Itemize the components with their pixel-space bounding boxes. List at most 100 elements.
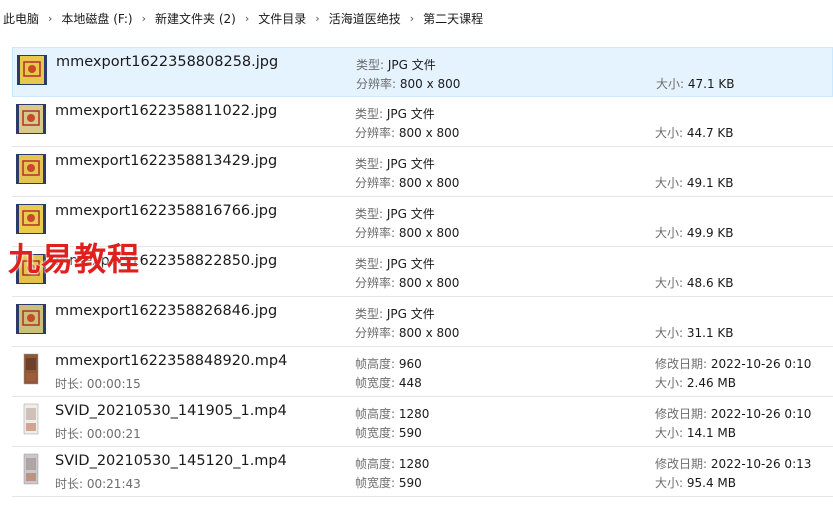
- file-name: SVID_20210530_145120_1.mp4: [55, 453, 287, 469]
- file-row[interactable]: mmexport1622358848920.mp4 时长: 00:00:15 帧高度…: [12, 347, 833, 397]
- file-row[interactable]: mmexport1622358811022.jpg 类型: JPG 文件分辨率: …: [12, 97, 833, 147]
- detail-secondary-label: 分辨率:: [355, 126, 396, 140]
- file-size-label: 大小:: [655, 476, 684, 490]
- file-size: 大小: 14.1 MB: [655, 424, 736, 441]
- detail-primary-label: 类型:: [355, 257, 384, 271]
- file-row[interactable]: mmexport1622358808258.jpg 类型: JPG 文件分辨率: …: [12, 47, 833, 97]
- image-thumbnail-icon: [17, 54, 47, 86]
- detail-primary-value: 960: [398, 357, 422, 371]
- file-size: 大小: 47.1 KB: [656, 75, 735, 92]
- breadcrumb-item[interactable]: 活海道医绝技: [329, 10, 401, 27]
- detail-primary: 帧高度: 1280: [355, 455, 429, 472]
- file-size: 大小: 2.46 MB: [655, 374, 736, 391]
- breadcrumb-item[interactable]: 文件目录: [258, 10, 306, 27]
- detail-secondary: 分辨率: 800 x 800: [355, 324, 459, 341]
- detail-secondary: 分辨率: 800 x 800: [355, 274, 459, 291]
- file-size-value: 48.6 KB: [686, 276, 734, 290]
- file-row[interactable]: mmexport1622358826846.jpg 类型: JPG 文件分辨率: …: [12, 297, 833, 347]
- file-size-label: 大小:: [655, 226, 684, 240]
- file-size: 大小: 49.9 KB: [655, 224, 734, 241]
- file-name: mmexport1622358813429.jpg: [55, 153, 278, 169]
- detail-primary: 类型: JPG 文件: [355, 305, 435, 322]
- detail-secondary-label: 分辨率:: [355, 176, 396, 190]
- image-thumbnail-icon: [16, 303, 46, 335]
- file-row[interactable]: mmexport1622358813429.jpg 类型: JPG 文件分辨率: …: [12, 147, 833, 197]
- detail-secondary: 分辨率: 800 x 800: [356, 75, 460, 92]
- file-name: SVID_20210530_141905_1.mp4: [55, 403, 287, 419]
- file-size: 大小: 31.1 KB: [655, 324, 734, 341]
- detail-primary: 帧高度: 1280: [355, 405, 429, 422]
- detail-secondary-label: 帧宽度:: [355, 376, 396, 390]
- detail-secondary: 分辨率: 800 x 800: [355, 174, 459, 191]
- detail-primary-value: JPG 文件: [387, 58, 436, 72]
- detail-primary-label: 帧高度:: [355, 357, 396, 371]
- detail-primary-value: JPG 文件: [386, 157, 435, 171]
- detail-secondary-value: 590: [398, 426, 422, 440]
- file-size-label: 大小:: [655, 326, 684, 340]
- video-thumbnail-icon: [16, 403, 46, 435]
- detail-secondary-value: 800 x 800: [398, 176, 460, 190]
- detail-secondary-value: 590: [398, 476, 422, 490]
- modified-date: 修改日期: 2022-10-26 0:13: [655, 455, 811, 472]
- file-duration: 时长: 00:00:15: [55, 377, 141, 391]
- breadcrumb-chevron-icon[interactable]: ›: [245, 12, 249, 25]
- file-row[interactable]: SVID_20210530_141905_1.mp4 时长: 00:00:21 帧高…: [12, 397, 833, 447]
- detail-secondary-value: 448: [398, 376, 422, 390]
- detail-primary-value: JPG 文件: [386, 257, 435, 271]
- modified-date-value: 2022-10-26 0:10: [710, 407, 812, 421]
- detail-secondary-value: 800 x 800: [398, 276, 460, 290]
- detail-secondary-value: 800 x 800: [398, 126, 460, 140]
- breadcrumb-item[interactable]: 第二天课程: [423, 10, 483, 27]
- detail-primary: 类型: JPG 文件: [355, 255, 435, 272]
- detail-secondary-value: 800 x 800: [398, 226, 460, 240]
- detail-secondary: 帧宽度: 448: [355, 374, 422, 391]
- detail-primary: 类型: JPG 文件: [355, 205, 435, 222]
- file-name: mmexport1622358808258.jpg: [56, 54, 279, 70]
- breadcrumb-item[interactable]: 本地磁盘 (F:): [61, 10, 132, 27]
- breadcrumb: 此电脑 › 本地磁盘 (F:) › 新建文件夹 (2) › 文件目录 › 活海道医绝技 › 第二天课…: [0, 0, 833, 36]
- video-thumbnail-icon: [16, 453, 46, 485]
- detail-secondary: 帧宽度: 590: [355, 474, 422, 491]
- detail-primary: 类型: JPG 文件: [355, 155, 435, 172]
- detail-secondary-label: 分辨率:: [356, 77, 397, 91]
- breadcrumb-item[interactable]: 此电脑: [3, 10, 39, 27]
- file-size: 大小: 48.6 KB: [655, 274, 734, 291]
- detail-secondary-label: 分辨率:: [355, 326, 396, 340]
- breadcrumb-chevron-icon[interactable]: ›: [410, 12, 414, 25]
- file-size: 大小: 95.4 MB: [655, 474, 736, 491]
- file-row[interactable]: SVID_20210530_145120_1.mp4 时长: 00:21:43 帧高…: [12, 447, 833, 497]
- modified-date-value: 2022-10-26 0:10: [710, 357, 812, 371]
- detail-primary-label: 类型:: [355, 107, 384, 121]
- file-size: 大小: 49.1 KB: [655, 174, 734, 191]
- image-thumbnail-icon: [16, 153, 46, 185]
- breadcrumb-chevron-icon[interactable]: ›: [48, 12, 52, 25]
- file-size-value: 31.1 KB: [686, 326, 734, 340]
- detail-primary-label: 类型:: [355, 157, 384, 171]
- breadcrumb-chevron-icon[interactable]: ›: [315, 12, 319, 25]
- breadcrumb-chevron-icon[interactable]: ›: [142, 12, 146, 25]
- file-name: mmexport1622358826846.jpg: [55, 303, 278, 319]
- modified-date-label: 修改日期:: [655, 357, 708, 371]
- detail-primary: 类型: JPG 文件: [356, 56, 436, 73]
- detail-secondary: 分辨率: 800 x 800: [355, 124, 459, 141]
- detail-primary-value: JPG 文件: [386, 107, 435, 121]
- file-name: mmexport1622358811022.jpg: [55, 103, 278, 119]
- modified-date-value: 2022-10-26 0:13: [710, 457, 812, 471]
- file-size-value: 14.1 MB: [686, 426, 736, 440]
- file-size-label: 大小:: [655, 176, 684, 190]
- file-size-value: 49.9 KB: [686, 226, 734, 240]
- detail-primary-label: 类型:: [356, 58, 385, 72]
- detail-secondary-label: 帧宽度:: [355, 476, 396, 490]
- file-size-label: 大小:: [655, 376, 684, 390]
- file-duration: 时长: 00:21:43: [55, 477, 141, 491]
- file-size-value: 44.7 KB: [686, 126, 734, 140]
- breadcrumb-item[interactable]: 新建文件夹 (2): [155, 10, 236, 27]
- detail-secondary-label: 分辨率:: [355, 226, 396, 240]
- video-thumbnail-icon: [16, 353, 46, 385]
- file-size-label: 大小:: [656, 77, 685, 91]
- detail-primary: 类型: JPG 文件: [355, 105, 435, 122]
- detail-primary-label: 类型:: [355, 307, 384, 321]
- detail-primary-value: JPG 文件: [386, 207, 435, 221]
- modified-date: 修改日期: 2022-10-26 0:10: [655, 355, 811, 372]
- detail-secondary-label: 分辨率:: [355, 276, 396, 290]
